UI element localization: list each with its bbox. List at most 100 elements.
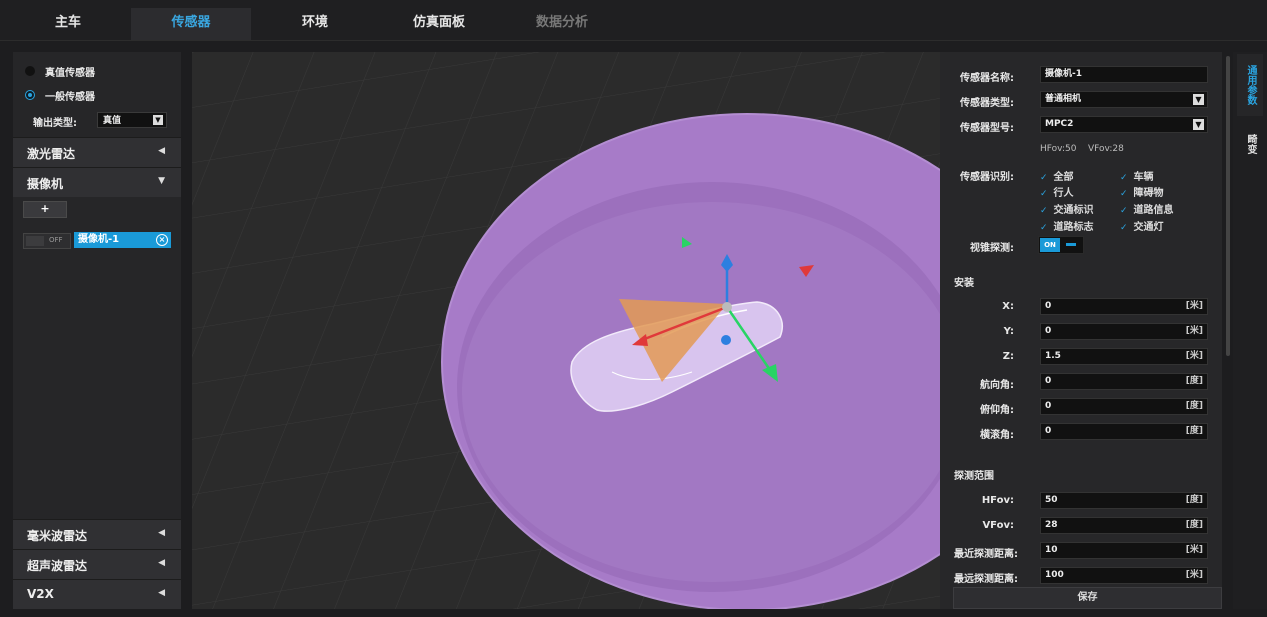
section-camera[interactable]: 摄像机 ▼ [13, 167, 181, 197]
yaw-label: 航向角: [980, 380, 1014, 391]
output-type-label: 输出类型: [33, 118, 77, 129]
recog-road-mark-label: 道路标志 [1053, 222, 1094, 233]
recognition-label: 传感器识别: [960, 172, 1014, 183]
tab-sim-panel[interactable]: 仿真面板 [400, 8, 478, 40]
section-ultrasonic-label: 超声波雷达 [27, 559, 88, 573]
chevron-left-icon: ◀ [158, 528, 165, 538]
tab-sensor[interactable]: 传感器 [131, 8, 251, 40]
sensor-chip[interactable]: 摄像机-1 × [74, 232, 171, 248]
section-v2x[interactable]: V2X ◀ [13, 579, 181, 609]
chevron-down-icon: ▼ [153, 115, 163, 125]
recog-obstacle-checkbox[interactable]: ✓ 障碍物 [1120, 184, 1164, 199]
section-mmwave-radar[interactable]: 毫米波雷达 ◀ [13, 519, 181, 549]
vfov-value: 28 [1045, 520, 1058, 530]
recog-traffic-light-label: 交通灯 [1133, 222, 1164, 233]
section-v2x-label: V2X [27, 587, 54, 601]
min-range-value: 10 [1045, 545, 1058, 555]
sensor-model-value: MPC2 [1045, 119, 1074, 129]
unit-label: [米] [1185, 570, 1203, 580]
max-range-value: 100 [1045, 570, 1064, 580]
check-icon: ✓ [1040, 206, 1048, 216]
output-type-value: 真值 [103, 116, 122, 126]
check-icon: ✓ [1120, 223, 1128, 233]
pitch-input[interactable]: 0 [度] [1040, 398, 1208, 415]
max-range-input[interactable]: 100 [米] [1040, 567, 1208, 584]
min-range-input[interactable]: 10 [米] [1040, 542, 1208, 559]
radio-true-sensor[interactable]: 真值传感器 [25, 63, 95, 79]
check-icon: ✓ [1120, 189, 1128, 199]
close-icon[interactable]: × [156, 234, 168, 246]
min-range-label: 最近探测距离: [954, 549, 1018, 560]
sensor-type-select[interactable]: 普通相机 ▼ [1040, 91, 1208, 108]
recog-traffic-light-checkbox[interactable]: ✓ 交通灯 [1120, 218, 1164, 233]
pos-x-label: X: [1002, 301, 1014, 312]
sensor-toggle[interactable]: OFF [23, 233, 71, 249]
sensor-chip-label: 摄像机-1 [78, 234, 120, 245]
side-tab-distortion[interactable]: 畸变 [1237, 122, 1263, 166]
tab-data-analysis[interactable]: 数据分析 [523, 8, 601, 40]
hfov-info: HFov:50 [1040, 144, 1077, 154]
toggle-knob [26, 236, 44, 246]
vfov-info: VFov:28 [1088, 144, 1124, 154]
chevron-down-icon: ▼ [1193, 119, 1204, 130]
roll-input[interactable]: 0 [度] [1040, 423, 1208, 440]
yaw-input[interactable]: 0 [度] [1040, 373, 1208, 390]
recog-road-info-checkbox[interactable]: ✓ 道路信息 [1120, 201, 1174, 216]
pos-x-value: 0 [1045, 301, 1052, 311]
radio-selected-icon [25, 90, 35, 100]
sensor-name-input[interactable]: 摄像机-1 [1040, 66, 1208, 83]
output-type-select[interactable]: 真值 ▼ [97, 112, 167, 128]
unit-label: [度] [1185, 520, 1203, 530]
radio-general-sensor[interactable]: 一般传感器 [25, 87, 95, 103]
chevron-down-icon: ▼ [1193, 94, 1204, 105]
toggle-label: OFF [49, 236, 63, 244]
check-icon: ✓ [1120, 206, 1128, 216]
tab-environment[interactable]: 环境 [284, 8, 346, 40]
recog-pedestrian-label: 行人 [1053, 188, 1074, 199]
pos-z-input[interactable]: 1.5 [米] [1040, 348, 1208, 365]
sensor-list-panel: 真值传感器 一般传感器 输出类型: 真值 ▼ 激光雷达 ◀ 摄像机 ▼ + OF… [13, 52, 181, 609]
hfov-input[interactable]: 50 [度] [1040, 492, 1208, 509]
pos-y-input[interactable]: 0 [米] [1040, 323, 1208, 340]
unit-label: [度] [1185, 426, 1203, 436]
recog-traffic-sign-checkbox[interactable]: ✓ 交通标识 [1040, 201, 1094, 216]
unit-label: [度] [1185, 376, 1203, 386]
check-icon: ✓ [1040, 173, 1048, 183]
roll-label: 横滚角: [980, 430, 1014, 441]
recog-road-info-label: 道路信息 [1133, 205, 1174, 216]
recog-road-mark-checkbox[interactable]: ✓ 道路标志 [1040, 218, 1094, 233]
cone-detection-toggle[interactable]: ON [1038, 236, 1084, 254]
sensor-model-select[interactable]: MPC2 ▼ [1040, 116, 1208, 133]
chevron-left-icon: ◀ [158, 588, 165, 598]
pos-x-input[interactable]: 0 [米] [1040, 298, 1208, 315]
section-ultrasonic-radar[interactable]: 超声波雷达 ◀ [13, 549, 181, 579]
save-button[interactable]: 保存 [953, 587, 1222, 609]
sensor-properties-panel: 传感器名称: 摄像机-1 传感器类型: 普通相机 ▼ 传感器型号: MPC2 ▼ H… [940, 52, 1222, 609]
scrollbar[interactable] [1224, 52, 1232, 609]
max-range-label: 最远探测距离: [954, 574, 1018, 585]
cone-detection-label: 视锥探测: [970, 243, 1014, 254]
section-lidar-label: 激光雷达 [27, 147, 76, 161]
side-tab-general[interactable]: 通用参数 [1237, 54, 1263, 116]
sensor-model-label: 传感器型号: [960, 123, 1014, 134]
sensor-name-value: 摄像机-1 [1045, 69, 1082, 79]
recog-obstacle-label: 障碍物 [1133, 188, 1164, 199]
scrollbar-thumb[interactable] [1226, 56, 1230, 356]
unit-label: [米] [1185, 545, 1203, 555]
tab-main-vehicle[interactable]: 主车 [40, 8, 96, 40]
3d-viewport[interactable] [192, 52, 940, 609]
section-camera-label: 摄像机 [27, 177, 64, 191]
recog-all-checkbox[interactable]: ✓ 全部 [1040, 168, 1074, 183]
add-sensor-button[interactable]: + [23, 201, 67, 218]
sensor-type-value: 普通相机 [1045, 94, 1082, 104]
recog-pedestrian-checkbox[interactable]: ✓ 行人 [1040, 184, 1074, 199]
chevron-left-icon: ◀ [158, 146, 165, 156]
chevron-left-icon: ◀ [158, 558, 165, 568]
toggle-knob [1066, 243, 1076, 246]
vfov-input[interactable]: 28 [度] [1040, 517, 1208, 534]
hfov-label: HFov: [981, 495, 1014, 506]
unit-label: [度] [1185, 495, 1203, 505]
check-icon: ✓ [1040, 223, 1048, 233]
recog-vehicle-checkbox[interactable]: ✓ 车辆 [1120, 168, 1154, 183]
section-lidar[interactable]: 激光雷达 ◀ [13, 137, 181, 167]
